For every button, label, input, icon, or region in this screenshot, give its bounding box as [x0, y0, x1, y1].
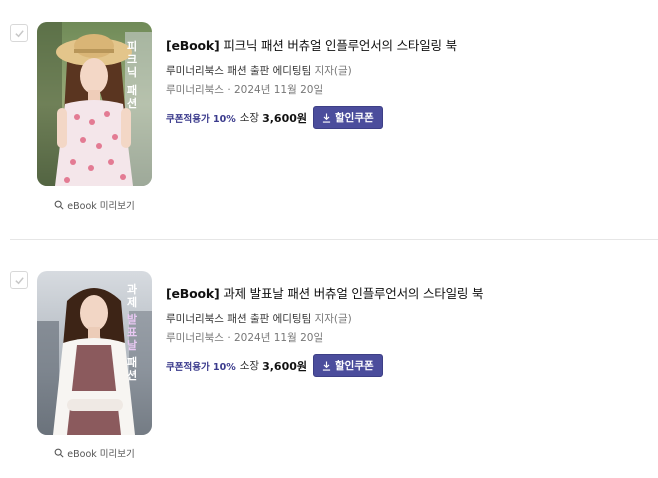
divider	[10, 239, 658, 240]
select-checkbox[interactable]	[10, 24, 28, 42]
ebook-preview-link[interactable]: eBook 미리보기	[37, 446, 152, 460]
svg-text:크: 크	[127, 53, 137, 66]
book-title-link[interactable]: [eBook] 과제 발표날 패션 버츄얼 인플루언서의 스타일링 북	[166, 283, 483, 302]
svg-text:닉: 닉	[127, 65, 137, 79]
author-line: 루미너리북스 패션 출판 에디팅팀 지자(글)	[166, 311, 352, 326]
book-list-item: 피크닉 패션 eBook 미리보기 [eBook] 피크닉 패션 버츄얼 인플루…	[0, 0, 658, 240]
svg-text:션: 션	[127, 369, 137, 382]
search-icon	[54, 448, 64, 458]
coupon-discount-note: 쿠폰적용가 10%	[166, 113, 236, 125]
preview-label: eBook 미리보기	[67, 201, 135, 212]
check-icon	[14, 29, 24, 37]
ebook-preview-link[interactable]: eBook 미리보기	[37, 198, 152, 212]
coupon-discount-note: 쿠폰적용가 10%	[166, 361, 236, 373]
svg-text:피: 피	[127, 39, 137, 53]
author-role: 지자(글)	[314, 65, 352, 77]
discount-coupon-button[interactable]: 할인쿠폰	[313, 354, 383, 377]
book-cover[interactable]: 피크닉 패션	[37, 22, 152, 186]
price-row: 쿠폰적용가 10% 소장 3,600원 할인쿠폰	[166, 106, 383, 129]
publish-date: 2024년 11월 20일	[234, 84, 324, 96]
cover-image: 과제 발표날 패션	[37, 271, 152, 435]
cover-image: 피크닉 패션	[37, 22, 152, 186]
svg-text:발: 발	[127, 312, 137, 326]
svg-text:패: 패	[127, 355, 137, 369]
own-label: 소장	[239, 112, 260, 124]
svg-text:날: 날	[127, 338, 137, 352]
svg-text:제: 제	[127, 295, 137, 309]
book-cover[interactable]: 과제 발표날 패션	[37, 271, 152, 435]
search-icon	[54, 200, 64, 210]
publisher-link[interactable]: 루미너리북스	[166, 332, 224, 344]
svg-text:션: 션	[127, 97, 137, 110]
discount-coupon-button[interactable]: 할인쿠폰	[313, 106, 383, 129]
separator: ·	[227, 84, 231, 96]
author-line: 루미너리북스 패션 출판 에디팅팀 지자(글)	[166, 63, 352, 78]
check-icon	[14, 276, 24, 284]
price: 3,600원	[262, 111, 307, 125]
publish-date: 2024년 11월 20일	[234, 332, 324, 344]
book-title: 피크닉 패션 버츄얼 인플루언서의 스타일링 북	[223, 38, 457, 53]
ebook-tag: [eBook]	[166, 286, 220, 301]
book-title-link[interactable]: [eBook] 피크닉 패션 버츄얼 인플루언서의 스타일링 북	[166, 35, 457, 54]
author-link[interactable]: 루미너리북스 패션 출판 에디팅팀	[166, 313, 311, 325]
publish-info: 루미너리북스 · 2024년 11월 20일	[166, 82, 323, 97]
coupon-button-label: 할인쿠폰	[335, 112, 374, 124]
book-list-item: 과제 발표날 패션 eBook 미리보기 [eBook] 과제 발표날 패션 버…	[0, 241, 658, 478]
publisher-link[interactable]: 루미너리북스	[166, 84, 224, 96]
own-label: 소장	[239, 360, 260, 372]
separator: ·	[227, 332, 231, 344]
select-checkbox[interactable]	[10, 271, 28, 289]
ebook-tag: [eBook]	[166, 38, 220, 53]
publish-info: 루미너리북스 · 2024년 11월 20일	[166, 330, 323, 345]
download-icon	[322, 361, 331, 371]
svg-text:패: 패	[127, 83, 137, 97]
price-row: 쿠폰적용가 10% 소장 3,600원 할인쿠폰	[166, 354, 383, 377]
coupon-button-label: 할인쿠폰	[335, 360, 374, 372]
download-icon	[322, 113, 331, 123]
svg-text:표: 표	[127, 326, 137, 339]
author-link[interactable]: 루미너리북스 패션 출판 에디팅팀	[166, 65, 311, 77]
book-title: 과제 발표날 패션 버츄얼 인플루언서의 스타일링 북	[223, 286, 484, 301]
author-role: 지자(글)	[314, 313, 352, 325]
preview-label: eBook 미리보기	[67, 449, 135, 460]
price: 3,600원	[262, 359, 307, 373]
svg-text:과: 과	[127, 282, 137, 296]
